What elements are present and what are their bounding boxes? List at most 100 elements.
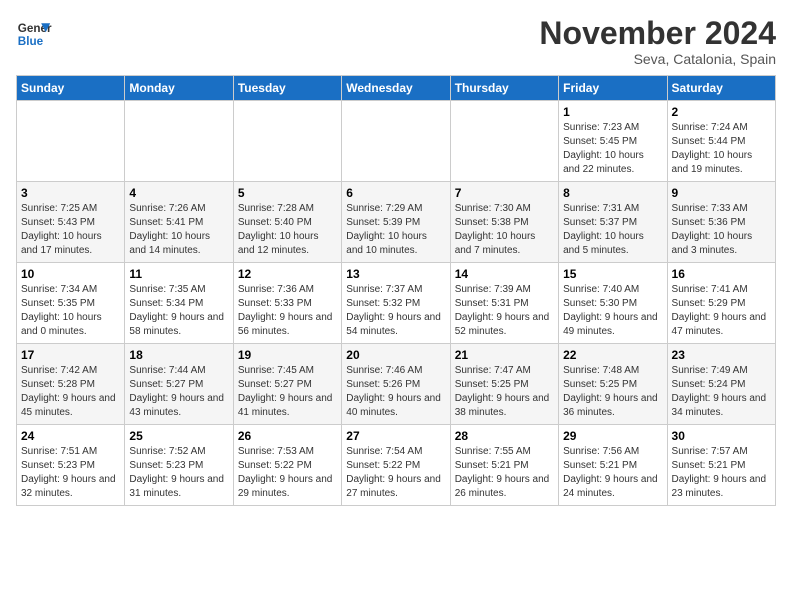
calendar-cell: 4 Sunrise: 7:26 AM Sunset: 5:41 PM Daylig… bbox=[125, 182, 233, 263]
day-number: 9 bbox=[672, 186, 771, 200]
weekday-header-sunday: Sunday bbox=[17, 76, 125, 101]
day-info: Sunrise: 7:29 AM Sunset: 5:39 PM Dayligh… bbox=[346, 202, 445, 258]
calendar-cell: 8 Sunrise: 7:31 AM Sunset: 5:37 PM Daylig… bbox=[559, 182, 667, 263]
svg-text:Blue: Blue bbox=[18, 35, 44, 48]
calendar-cell: 23 Sunrise: 7:49 AM Sunset: 5:24 PM Dayli… bbox=[667, 344, 775, 425]
calendar-cell bbox=[233, 101, 341, 182]
day-info: Sunrise: 7:34 AM Sunset: 5:35 PM Dayligh… bbox=[21, 283, 120, 339]
day-info: Sunrise: 7:42 AM Sunset: 5:28 PM Dayligh… bbox=[21, 364, 120, 420]
location: Seva, Catalonia, Spain bbox=[539, 51, 776, 67]
calendar-cell: 5Sunrise: 7:28 AM Sunset: 5:40 PM Daylig… bbox=[233, 182, 341, 263]
day-info: Sunrise: 7:49 AM Sunset: 5:24 PM Dayligh… bbox=[672, 364, 771, 420]
day-number: 29 bbox=[563, 429, 662, 443]
calendar-cell: 7Sunrise: 7:30 AM Sunset: 5:38 PM Daylig… bbox=[450, 182, 558, 263]
weekday-header-wednesday: Wednesday bbox=[342, 76, 450, 101]
calendar-cell: 30Sunrise: 7:57 AM Sunset: 5:21 PM Dayli… bbox=[667, 425, 775, 506]
day-info: Sunrise: 7:56 AM Sunset: 5:21 PM Dayligh… bbox=[563, 445, 662, 501]
calendar-cell: 1 Sunrise: 7:23 AM Sunset: 5:45 PM Daylig… bbox=[559, 101, 667, 182]
calendar-week-1: 1 Sunrise: 7:23 AM Sunset: 5:45 PM Daylig… bbox=[17, 101, 776, 182]
day-number: 6 bbox=[346, 186, 445, 200]
calendar-cell bbox=[450, 101, 558, 182]
day-number: 30 bbox=[672, 429, 771, 443]
calendar-cell: 26 Sunrise: 7:53 AM Sunset: 5:22 PM Dayli… bbox=[233, 425, 341, 506]
calendar-table: SundayMondayTuesdayWednesdayThursdayFrid… bbox=[16, 75, 776, 506]
calendar-cell bbox=[125, 101, 233, 182]
day-info: Sunrise: 7:52 AM Sunset: 5:23 PM Dayligh… bbox=[129, 445, 228, 501]
day-number: 28 bbox=[455, 429, 554, 443]
month-title: November 2024 bbox=[539, 16, 776, 51]
calendar-cell: 2Sunrise: 7:24 AM Sunset: 5:44 PM Daylig… bbox=[667, 101, 775, 182]
weekday-header-friday: Friday bbox=[559, 76, 667, 101]
day-number: 26 bbox=[238, 429, 337, 443]
day-info: Sunrise: 7:45 AM Sunset: 5:27 PM Dayligh… bbox=[238, 364, 337, 420]
calendar-cell: 16 Sunrise: 7:41 AM Sunset: 5:29 PM Dayli… bbox=[667, 263, 775, 344]
day-number: 4 bbox=[129, 186, 228, 200]
calendar-cell bbox=[17, 101, 125, 182]
calendar-cell: 10Sunrise: 7:34 AM Sunset: 5:35 PM Dayli… bbox=[17, 263, 125, 344]
day-info: Sunrise: 7:25 AM Sunset: 5:43 PM Dayligh… bbox=[21, 202, 120, 258]
day-info: Sunrise: 7:47 AM Sunset: 5:25 PM Dayligh… bbox=[455, 364, 554, 420]
day-number: 17 bbox=[21, 348, 120, 362]
day-number: 8 bbox=[563, 186, 662, 200]
day-info: Sunrise: 7:35 AM Sunset: 5:34 PM Dayligh… bbox=[129, 283, 228, 339]
calendar-cell: 20 Sunrise: 7:46 AM Sunset: 5:26 PM Dayli… bbox=[342, 344, 450, 425]
day-info: Sunrise: 7:44 AM Sunset: 5:27 PM Dayligh… bbox=[129, 364, 228, 420]
weekday-header-row: SundayMondayTuesdayWednesdayThursdayFrid… bbox=[17, 76, 776, 101]
calendar-cell: 27Sunrise: 7:54 AM Sunset: 5:22 PM Dayli… bbox=[342, 425, 450, 506]
day-number: 2 bbox=[672, 105, 771, 119]
calendar-cell: 6 Sunrise: 7:29 AM Sunset: 5:39 PM Daylig… bbox=[342, 182, 450, 263]
calendar-cell: 13 Sunrise: 7:37 AM Sunset: 5:32 PM Dayli… bbox=[342, 263, 450, 344]
calendar-cell: 18 Sunrise: 7:44 AM Sunset: 5:27 PM Dayli… bbox=[125, 344, 233, 425]
day-info: Sunrise: 7:36 AM Sunset: 5:33 PM Dayligh… bbox=[238, 283, 337, 339]
day-number: 25 bbox=[129, 429, 228, 443]
calendar-cell: 11 Sunrise: 7:35 AM Sunset: 5:34 PM Dayli… bbox=[125, 263, 233, 344]
calendar-cell: 15 Sunrise: 7:40 AM Sunset: 5:30 PM Dayli… bbox=[559, 263, 667, 344]
day-number: 3 bbox=[21, 186, 120, 200]
day-number: 5 bbox=[238, 186, 337, 200]
day-info: Sunrise: 7:51 AM Sunset: 5:23 PM Dayligh… bbox=[21, 445, 120, 501]
calendar-week-4: 17 Sunrise: 7:42 AM Sunset: 5:28 PM Dayli… bbox=[17, 344, 776, 425]
calendar-week-5: 24Sunrise: 7:51 AM Sunset: 5:23 PM Dayli… bbox=[17, 425, 776, 506]
day-number: 16 bbox=[672, 267, 771, 281]
calendar-cell: 19 Sunrise: 7:45 AM Sunset: 5:27 PM Dayli… bbox=[233, 344, 341, 425]
day-number: 20 bbox=[346, 348, 445, 362]
weekday-header-monday: Monday bbox=[125, 76, 233, 101]
calendar-week-2: 3 Sunrise: 7:25 AM Sunset: 5:43 PM Daylig… bbox=[17, 182, 776, 263]
calendar-cell: 17 Sunrise: 7:42 AM Sunset: 5:28 PM Dayli… bbox=[17, 344, 125, 425]
day-number: 13 bbox=[346, 267, 445, 281]
page-header: General Blue November 2024 Seva, Catalon… bbox=[16, 16, 776, 67]
day-info: Sunrise: 7:33 AM Sunset: 5:36 PM Dayligh… bbox=[672, 202, 771, 258]
calendar-week-3: 10Sunrise: 7:34 AM Sunset: 5:35 PM Dayli… bbox=[17, 263, 776, 344]
calendar-cell: 21 Sunrise: 7:47 AM Sunset: 5:25 PM Dayli… bbox=[450, 344, 558, 425]
calendar-cell: 9 Sunrise: 7:33 AM Sunset: 5:36 PM Daylig… bbox=[667, 182, 775, 263]
day-info: Sunrise: 7:31 AM Sunset: 5:37 PM Dayligh… bbox=[563, 202, 662, 258]
calendar-cell: 24Sunrise: 7:51 AM Sunset: 5:23 PM Dayli… bbox=[17, 425, 125, 506]
title-block: November 2024 Seva, Catalonia, Spain bbox=[539, 16, 776, 67]
calendar-cell: 12Sunrise: 7:36 AM Sunset: 5:33 PM Dayli… bbox=[233, 263, 341, 344]
day-info: Sunrise: 7:55 AM Sunset: 5:21 PM Dayligh… bbox=[455, 445, 554, 501]
day-info: Sunrise: 7:30 AM Sunset: 5:38 PM Dayligh… bbox=[455, 202, 554, 258]
day-number: 19 bbox=[238, 348, 337, 362]
day-number: 1 bbox=[563, 105, 662, 119]
day-info: Sunrise: 7:23 AM Sunset: 5:45 PM Dayligh… bbox=[563, 121, 662, 177]
calendar-cell: 22Sunrise: 7:48 AM Sunset: 5:25 PM Dayli… bbox=[559, 344, 667, 425]
weekday-header-saturday: Saturday bbox=[667, 76, 775, 101]
day-number: 14 bbox=[455, 267, 554, 281]
day-number: 18 bbox=[129, 348, 228, 362]
day-number: 21 bbox=[455, 348, 554, 362]
calendar-cell: 29 Sunrise: 7:56 AM Sunset: 5:21 PM Dayli… bbox=[559, 425, 667, 506]
weekday-header-tuesday: Tuesday bbox=[233, 76, 341, 101]
day-info: Sunrise: 7:54 AM Sunset: 5:22 PM Dayligh… bbox=[346, 445, 445, 501]
day-info: Sunrise: 7:26 AM Sunset: 5:41 PM Dayligh… bbox=[129, 202, 228, 258]
day-info: Sunrise: 7:41 AM Sunset: 5:29 PM Dayligh… bbox=[672, 283, 771, 339]
day-number: 23 bbox=[672, 348, 771, 362]
day-number: 11 bbox=[129, 267, 228, 281]
day-number: 22 bbox=[563, 348, 662, 362]
day-info: Sunrise: 7:40 AM Sunset: 5:30 PM Dayligh… bbox=[563, 283, 662, 339]
calendar-cell: 28 Sunrise: 7:55 AM Sunset: 5:21 PM Dayli… bbox=[450, 425, 558, 506]
day-info: Sunrise: 7:53 AM Sunset: 5:22 PM Dayligh… bbox=[238, 445, 337, 501]
day-info: Sunrise: 7:37 AM Sunset: 5:32 PM Dayligh… bbox=[346, 283, 445, 339]
calendar-cell: 14Sunrise: 7:39 AM Sunset: 5:31 PM Dayli… bbox=[450, 263, 558, 344]
day-number: 15 bbox=[563, 267, 662, 281]
day-info: Sunrise: 7:46 AM Sunset: 5:26 PM Dayligh… bbox=[346, 364, 445, 420]
